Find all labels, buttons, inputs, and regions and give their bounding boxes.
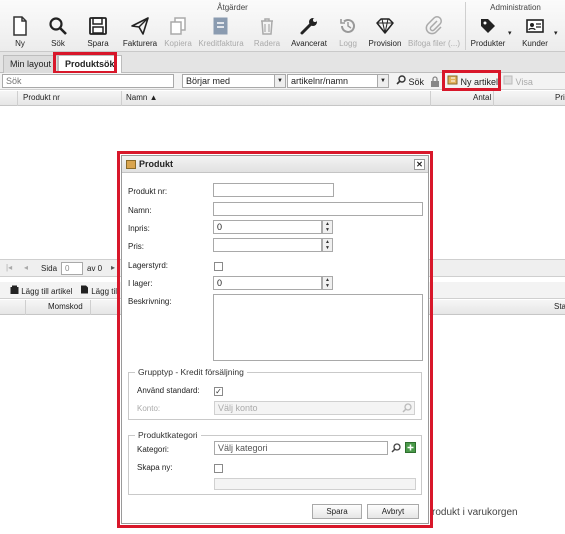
view-button[interactable]: Visa bbox=[503, 75, 533, 87]
grid-separator bbox=[121, 91, 122, 106]
wrench-icon bbox=[300, 18, 317, 35]
paperclip-icon bbox=[425, 16, 442, 35]
page-input[interactable]: 0 bbox=[61, 262, 83, 275]
document-icon bbox=[81, 285, 88, 294]
col-price[interactable]: Pris bbox=[555, 93, 565, 102]
credit-invoice-icon bbox=[213, 17, 228, 35]
col-product-nr[interactable]: Produkt nr bbox=[23, 93, 60, 102]
advanced-button[interactable]: Avancerat bbox=[289, 16, 329, 48]
trash-icon bbox=[261, 18, 273, 35]
sort-ascending-icon: ▲ bbox=[149, 93, 158, 102]
grid-separator bbox=[493, 91, 494, 106]
copy-icon bbox=[170, 17, 186, 35]
attach-files-button[interactable]: Bifoga filer (...) bbox=[406, 16, 462, 48]
search-icon bbox=[49, 17, 67, 35]
lock-icon bbox=[431, 76, 439, 87]
cart-summary-text: rodukt i varukorgen bbox=[432, 507, 518, 518]
col-name[interactable]: Namn ▲ bbox=[126, 93, 158, 102]
grid-separator bbox=[430, 91, 431, 106]
page-count: av 0 bbox=[87, 264, 103, 273]
match-mode-select[interactable]: Börjar med ▼ bbox=[182, 74, 286, 88]
products-button[interactable]: Produkter bbox=[470, 16, 506, 48]
group-title-admin: Administration bbox=[490, 3, 541, 12]
col-quantity[interactable]: Antal bbox=[473, 93, 491, 102]
floppy-disk-icon bbox=[89, 17, 107, 35]
grid-separator bbox=[25, 300, 26, 315]
customers-dropdown-arrow-icon[interactable]: ▾ bbox=[554, 29, 558, 37]
article-icon bbox=[10, 285, 19, 294]
ribbon-toolbar: Åtgärder Administration Ny Sök Spara Fak… bbox=[0, 0, 565, 52]
chevron-down-icon: ▼ bbox=[274, 75, 285, 87]
delete-button[interactable]: Radera bbox=[252, 16, 282, 48]
product-grid-header: Produkt nr Namn ▲ Antal Pris bbox=[0, 91, 565, 106]
view-icon bbox=[503, 75, 513, 85]
credit-invoice-button[interactable]: Kreditfaktura bbox=[196, 16, 246, 48]
prev-page-icon[interactable]: ◂ bbox=[24, 263, 28, 272]
save-button[interactable]: Spara bbox=[84, 16, 112, 48]
search-input[interactable] bbox=[2, 74, 174, 88]
price-tags-icon bbox=[481, 19, 495, 33]
search-submit-button[interactable]: Sök bbox=[396, 75, 424, 87]
col-status[interactable]: Sta bbox=[554, 302, 565, 311]
highlight-product-dialog bbox=[117, 151, 433, 528]
page-label: Sida bbox=[41, 264, 58, 273]
search-icon bbox=[396, 75, 406, 85]
search-button[interactable]: Sök bbox=[44, 16, 72, 48]
grid-separator bbox=[17, 91, 18, 106]
next-page-icon[interactable]: ▸ bbox=[111, 263, 115, 272]
invoice-button[interactable]: Fakturera bbox=[120, 16, 160, 48]
first-page-icon[interactable]: |◂ bbox=[6, 263, 12, 272]
add-article-button[interactable]: Lägg till artikel bbox=[10, 285, 72, 296]
highlight-new-article-button bbox=[442, 70, 501, 91]
search-field-select[interactable]: artikelnr/namn ▼ bbox=[287, 74, 389, 88]
copy-button[interactable]: Kopiera bbox=[162, 16, 194, 48]
contact-card-icon bbox=[526, 19, 544, 33]
add-other-button[interactable]: Lägg till bbox=[80, 285, 119, 296]
search-field-value: artikelnr/namn bbox=[291, 76, 349, 86]
send-plane-icon bbox=[131, 17, 149, 35]
diamond-icon bbox=[376, 18, 394, 34]
commission-button[interactable]: Provision bbox=[368, 16, 402, 48]
match-mode-value: Börjar med bbox=[186, 76, 231, 86]
new-document-icon bbox=[13, 16, 27, 36]
tab-my-layout[interactable]: Min layout bbox=[3, 55, 59, 73]
group-title-actions: Åtgärder bbox=[217, 3, 248, 12]
col-vat-code[interactable]: Momskod bbox=[48, 302, 83, 311]
history-icon bbox=[340, 18, 355, 33]
highlight-product-search-tab bbox=[53, 52, 117, 74]
grid-separator bbox=[90, 300, 91, 315]
customers-button[interactable]: Kunder bbox=[518, 16, 552, 48]
log-button[interactable]: Logg bbox=[334, 16, 362, 48]
chevron-down-icon: ▼ bbox=[377, 75, 388, 87]
new-button[interactable]: Ny bbox=[6, 16, 34, 48]
products-dropdown-arrow-icon[interactable]: ▾ bbox=[508, 29, 512, 37]
